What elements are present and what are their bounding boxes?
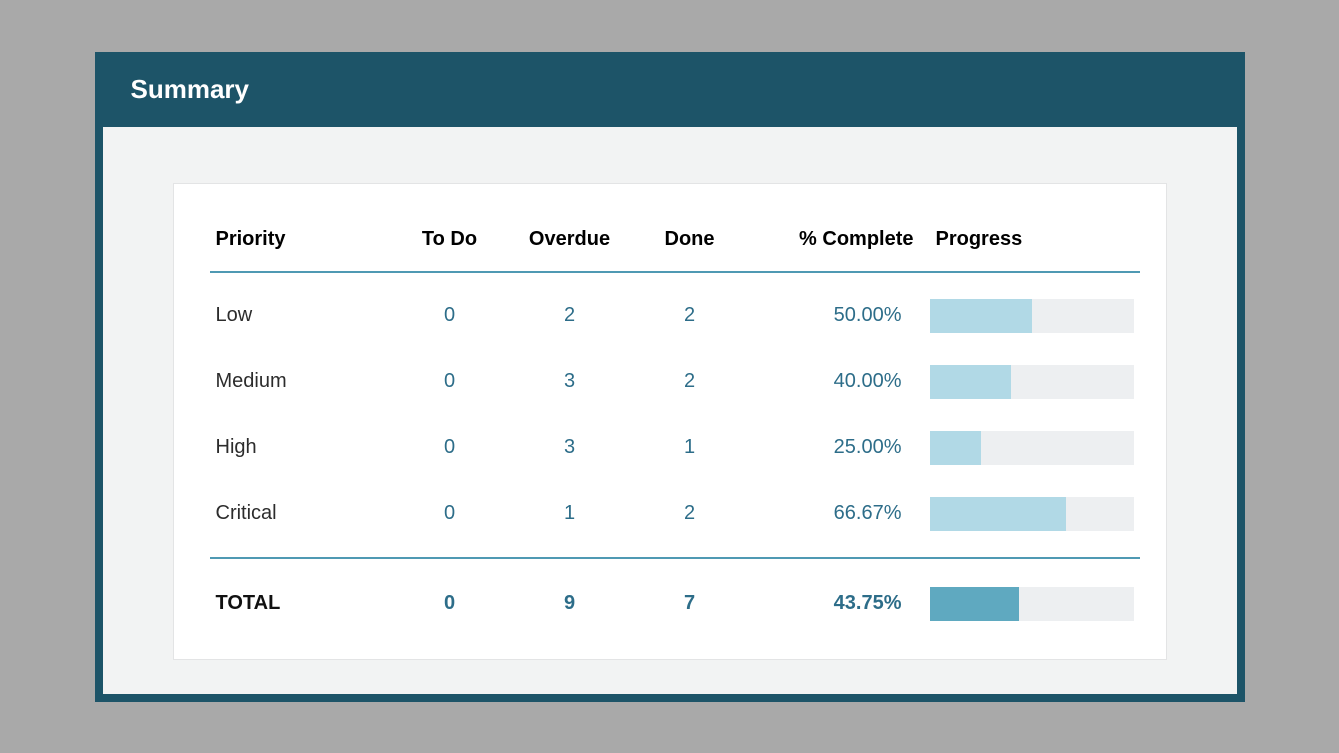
cell-todo: 0	[390, 349, 510, 415]
cell-overdue: 3	[510, 415, 630, 481]
col-pct-complete: % Complete	[750, 218, 920, 272]
col-todo: To Do	[390, 218, 510, 272]
summary-table: Priority To Do Overdue Done % Complete P…	[210, 218, 1140, 631]
cell-progress	[920, 481, 1140, 558]
cell-overdue: 3	[510, 349, 630, 415]
card-body: Priority To Do Overdue Done % Complete P…	[103, 127, 1237, 694]
table-container: Priority To Do Overdue Done % Complete P…	[173, 183, 1167, 660]
progress-bar	[930, 497, 1134, 531]
cell-total-pct: 43.75%	[750, 558, 920, 631]
cell-progress	[920, 272, 1140, 349]
table-row: High 0 3 1 25.00%	[210, 415, 1140, 481]
cell-pct: 25.00%	[750, 415, 920, 481]
table-row: Medium 0 3 2 40.00%	[210, 349, 1140, 415]
card-title: Summary	[131, 74, 1209, 105]
table-total-row: TOTAL 0 9 7 43.75%	[210, 558, 1140, 631]
cell-total-overdue: 9	[510, 558, 630, 631]
cell-overdue: 1	[510, 481, 630, 558]
cell-total-done: 7	[630, 558, 750, 631]
cell-todo: 0	[390, 272, 510, 349]
cell-priority: Medium	[210, 349, 390, 415]
progress-fill	[930, 497, 1066, 531]
table-row: Low 0 2 2 50.00%	[210, 272, 1140, 349]
cell-pct: 50.00%	[750, 272, 920, 349]
progress-fill	[930, 365, 1012, 399]
cell-overdue: 2	[510, 272, 630, 349]
cell-done: 2	[630, 272, 750, 349]
card-header: Summary	[95, 52, 1245, 127]
table-row: Critical 0 1 2 66.67%	[210, 481, 1140, 558]
cell-todo: 0	[390, 415, 510, 481]
col-overdue: Overdue	[510, 218, 630, 272]
col-done: Done	[630, 218, 750, 272]
col-priority: Priority	[210, 218, 390, 272]
cell-done: 2	[630, 349, 750, 415]
cell-progress	[920, 349, 1140, 415]
progress-fill	[930, 431, 981, 465]
cell-priority: High	[210, 415, 390, 481]
cell-progress	[920, 415, 1140, 481]
cell-total-todo: 0	[390, 558, 510, 631]
progress-bar	[930, 365, 1134, 399]
col-progress: Progress	[920, 218, 1140, 272]
cell-priority: Low	[210, 272, 390, 349]
cell-done: 2	[630, 481, 750, 558]
cell-done: 1	[630, 415, 750, 481]
summary-card: Summary Priority To Do Overdue	[95, 52, 1245, 702]
table-header-row: Priority To Do Overdue Done % Complete P…	[210, 218, 1140, 272]
cell-pct: 40.00%	[750, 349, 920, 415]
progress-bar	[930, 431, 1134, 465]
cell-todo: 0	[390, 481, 510, 558]
progress-bar	[930, 587, 1134, 621]
cell-pct: 66.67%	[750, 481, 920, 558]
progress-fill	[930, 299, 1032, 333]
progress-fill	[930, 587, 1019, 621]
progress-bar	[930, 299, 1134, 333]
cell-total-label: TOTAL	[210, 558, 390, 631]
cell-total-progress	[920, 558, 1140, 631]
cell-priority: Critical	[210, 481, 390, 558]
